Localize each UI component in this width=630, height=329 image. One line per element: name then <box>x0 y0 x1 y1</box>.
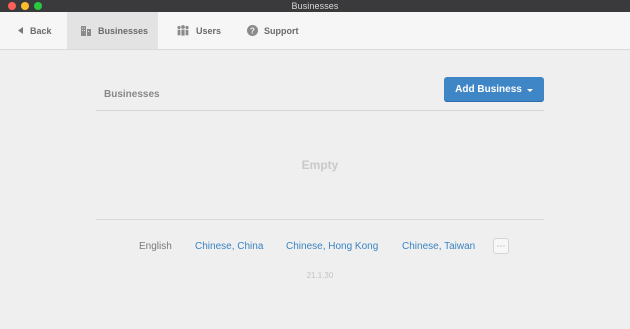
help-circle-icon: ? <box>247 25 258 36</box>
zoom-window-button[interactable] <box>34 2 42 10</box>
language-link-chinese-china[interactable]: Chinese, China <box>195 241 263 252</box>
window-controls <box>8 2 42 10</box>
chevron-down-icon <box>526 88 533 92</box>
language-link-chinese-hong-kong[interactable]: Chinese, Hong Kong <box>286 241 378 252</box>
users-icon <box>177 25 189 36</box>
svg-text:?: ? <box>250 26 255 35</box>
ellipsis-icon <box>497 245 505 247</box>
divider <box>96 219 544 220</box>
more-languages-button[interactable] <box>493 238 509 254</box>
tab-businesses[interactable]: Businesses <box>67 12 158 49</box>
window-title: Businesses <box>291 1 339 11</box>
app-version: 21.1.30 <box>306 271 334 280</box>
tab-users-label: Users <box>196 25 222 36</box>
toolbar: Back Businesses Users ? Support <box>0 12 630 50</box>
add-business-button[interactable]: Add Business <box>444 77 544 102</box>
buildings-icon <box>81 26 91 36</box>
close-window-button[interactable] <box>8 2 16 10</box>
panel-title: Businesses <box>104 89 160 100</box>
tab-users[interactable]: Users <box>176 12 221 49</box>
empty-state-text: Empty <box>301 158 339 172</box>
language-link-chinese-taiwan[interactable]: Chinese, Taiwan <box>402 241 475 252</box>
language-current: English <box>139 241 172 252</box>
back-arrow-icon <box>18 27 23 34</box>
add-business-label: Add Business <box>455 84 522 95</box>
tab-support[interactable]: ? Support <box>247 12 299 49</box>
minimize-window-button[interactable] <box>21 2 29 10</box>
businesses-panel: Businesses Add Business Empty English Ch… <box>96 50 544 329</box>
window-titlebar: Businesses <box>0 0 630 12</box>
back-button-label: Back <box>30 25 52 36</box>
language-selector: English Chinese, China Chinese, Hong Kon… <box>96 237 544 257</box>
tab-support-label: Support <box>264 25 299 36</box>
back-button[interactable]: Back <box>18 12 52 49</box>
tab-businesses-label: Businesses <box>98 25 149 36</box>
